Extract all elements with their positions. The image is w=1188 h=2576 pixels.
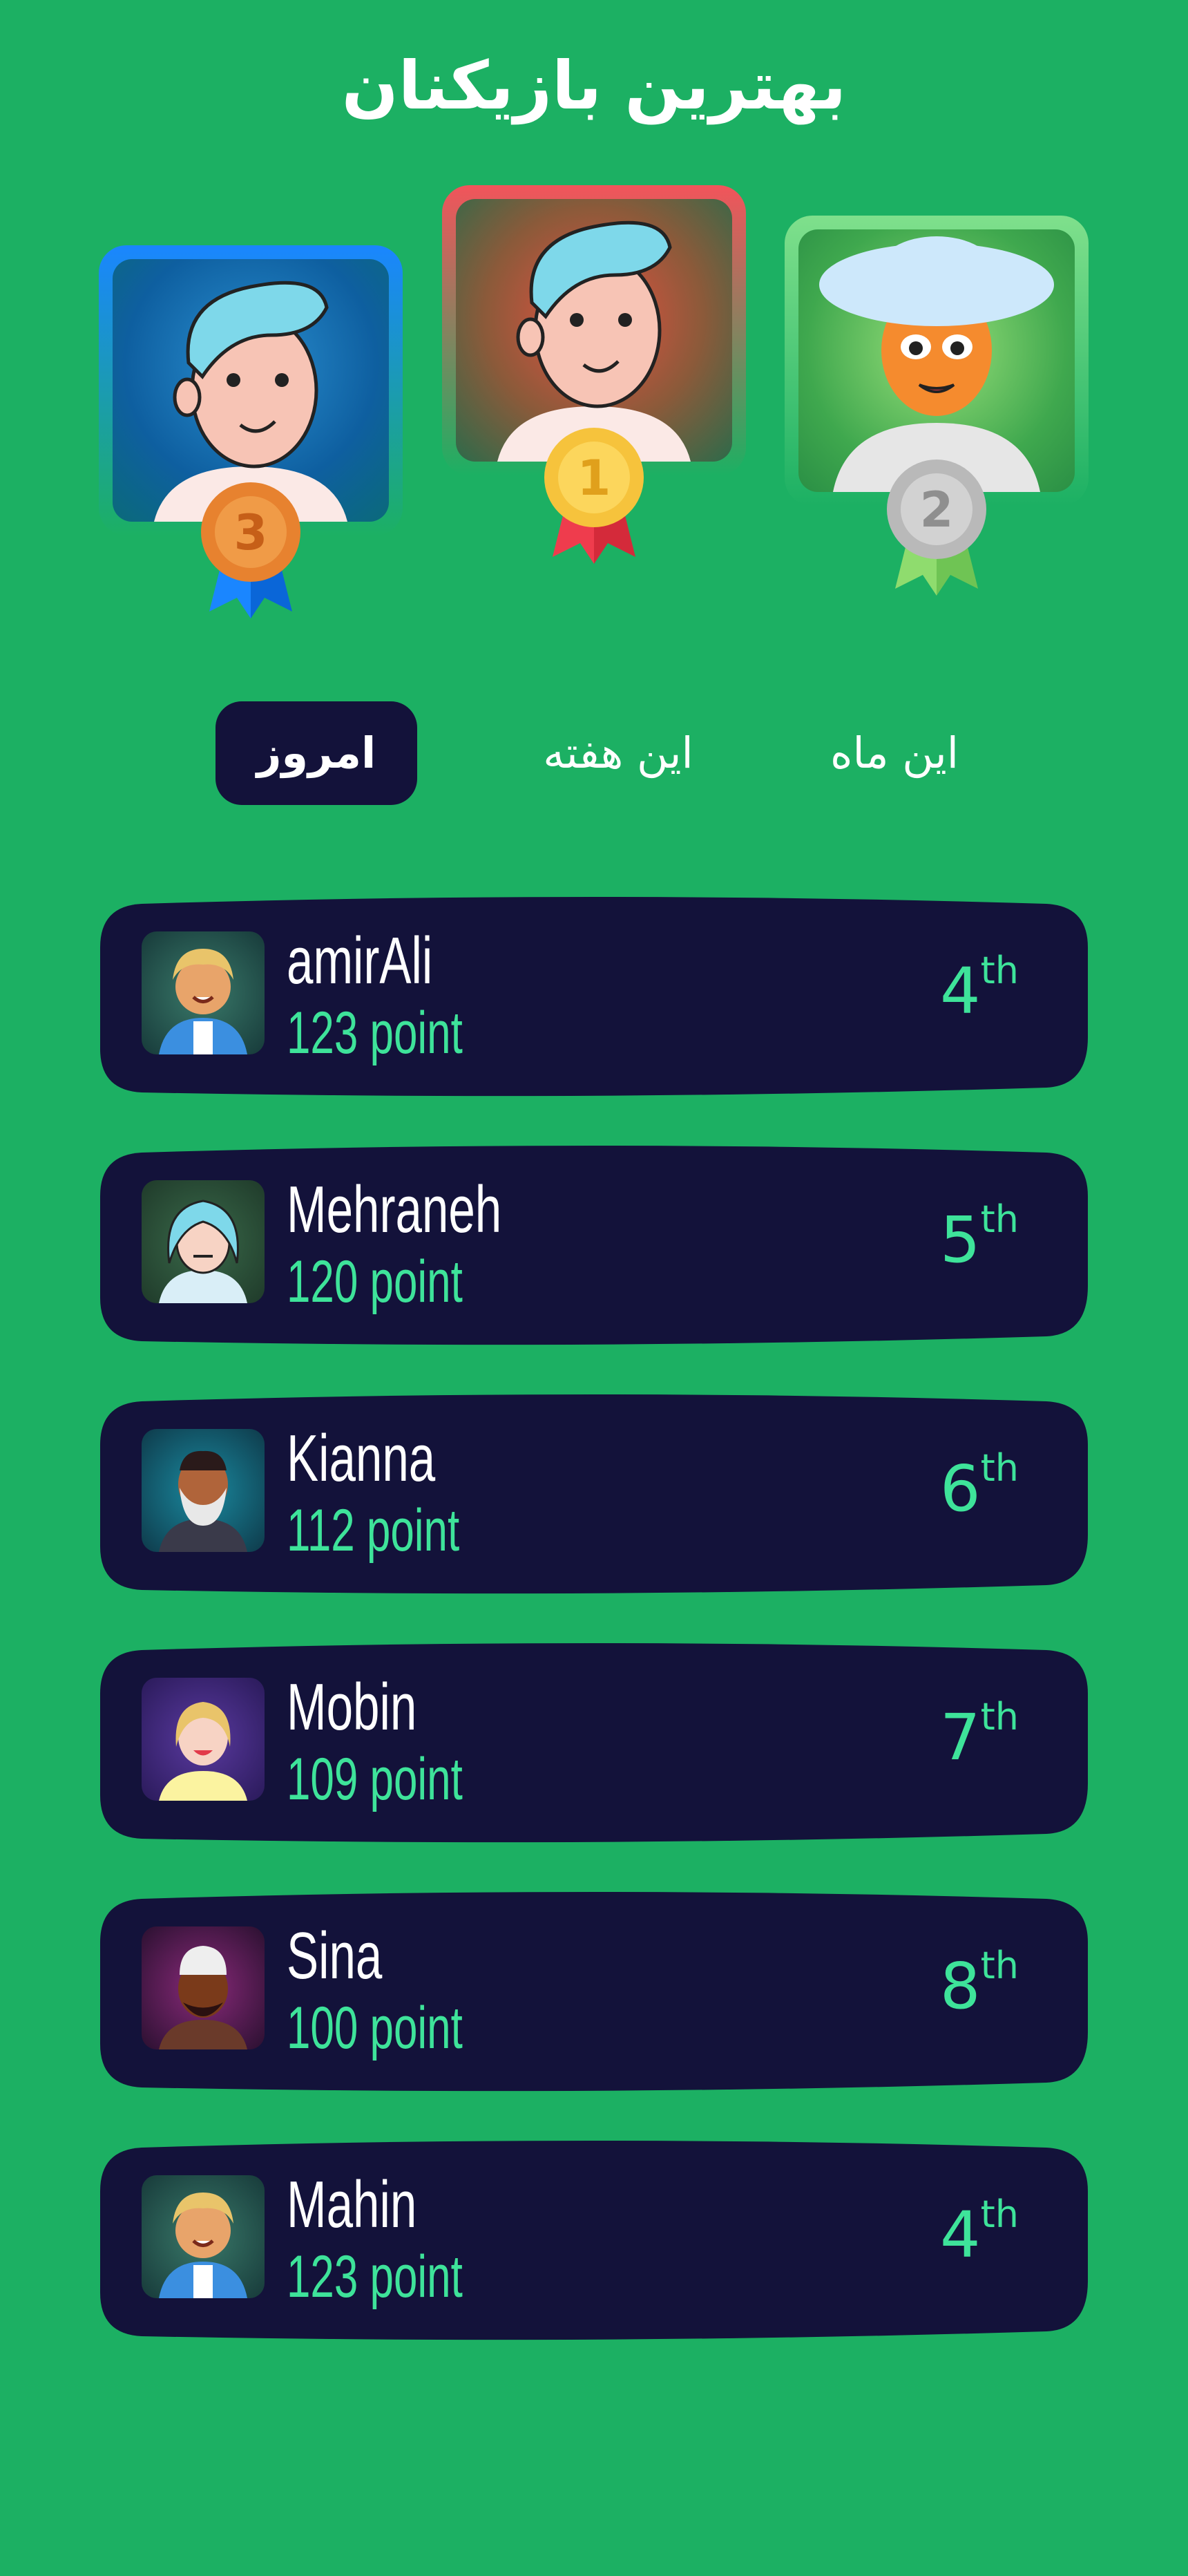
blue-haired-boy-avatar <box>497 220 691 462</box>
beanie-man-avatar <box>159 1946 247 2049</box>
leaderboard-row[interactable]: Mobin 109 point 7th <box>100 1642 1088 1843</box>
silver-medal-icon: 2 <box>887 460 986 596</box>
rank-number: 7 <box>940 1701 981 1774</box>
player-name: Mobin <box>287 1670 417 1744</box>
player-name: Kianna <box>287 1421 436 1495</box>
player-points: 112 point <box>287 1497 460 1564</box>
player-rank: 8th <box>940 1944 1019 2023</box>
player-rank: 7th <box>940 1695 1019 1774</box>
blonde-woman-avatar <box>159 1702 247 1801</box>
sun-hat-man-avatar <box>819 236 1054 492</box>
player-avatar <box>142 1926 265 2049</box>
rank-suffix: th <box>980 1695 1019 1739</box>
player-name: Sina <box>287 1919 383 1993</box>
leaderboard-row[interactable]: Mahin 123 point 4th <box>100 2139 1088 2340</box>
leaderboard-row[interactable]: amirAli 123 point 4th <box>100 896 1088 1097</box>
player-rank: 5th <box>940 1197 1019 1277</box>
player-avatar-second <box>798 229 1075 492</box>
rank-suffix: th <box>980 1944 1019 1987</box>
rank-suffix: th <box>980 2193 1019 2236</box>
player-avatar <box>142 2175 265 2298</box>
player-rank: 6th <box>940 1446 1019 1526</box>
rank-number: 4 <box>940 954 981 1028</box>
player-rank: 4th <box>940 949 1019 1028</box>
curly-blonde-boy-avatar <box>159 2193 247 2298</box>
player-name: amirAli <box>287 924 433 998</box>
svg-text:1: 1 <box>577 450 611 506</box>
bronze-medal-icon: 3 <box>201 482 300 618</box>
player-points: 120 point <box>287 1249 463 1315</box>
player-avatar-first <box>456 199 732 462</box>
bearded-man-avatar <box>159 1450 247 1552</box>
svg-text:3: 3 <box>234 504 268 561</box>
player-rank: 4th <box>940 2193 1019 2272</box>
player-avatar <box>142 1180 265 1303</box>
tab-this-month[interactable]: این ماه <box>794 701 995 805</box>
leaderboard-row[interactable]: Sina 100 point 8th <box>100 1891 1088 2092</box>
period-tabs: امروز این هفته این ماه <box>0 701 1188 805</box>
leaderboard-row[interactable]: Mehraneh 120 point 5th <box>100 1144 1088 1345</box>
player-points: 123 point <box>287 1000 463 1066</box>
player-avatar <box>142 931 265 1054</box>
rank-suffix: th <box>980 949 1019 992</box>
svg-text:2: 2 <box>920 482 954 538</box>
rank-number: 4 <box>940 2198 981 2272</box>
rank-number: 8 <box>940 1949 981 2023</box>
tab-today[interactable]: امروز <box>215 701 417 805</box>
rank-suffix: th <box>980 1446 1019 1490</box>
rank-suffix: th <box>980 1197 1019 1241</box>
curly-blonde-boy-avatar <box>159 949 247 1054</box>
page-title: بهترین بازیکنان <box>341 47 847 124</box>
rank-number: 5 <box>940 1203 981 1277</box>
podium-third-place[interactable]: 3 <box>99 245 403 618</box>
player-name: Mahin <box>287 2168 417 2242</box>
rank-number: 6 <box>940 1452 981 1526</box>
podium-second-place[interactable]: 2 <box>785 216 1089 596</box>
podium-first-place[interactable]: 1 <box>442 185 746 564</box>
gold-medal-icon: 1 <box>544 428 644 564</box>
player-points: 100 point <box>287 1995 463 2061</box>
tab-this-week[interactable]: این هفته <box>511 701 725 805</box>
player-points: 123 point <box>287 2244 463 2310</box>
player-name: Mehraneh <box>287 1173 502 1247</box>
player-avatar <box>142 1678 265 1801</box>
leaderboard-row[interactable]: Kianna 112 point 6th <box>100 1393 1088 1594</box>
player-points: 109 point <box>287 1746 463 1812</box>
player-avatar <box>142 1429 265 1552</box>
blue-haired-girl-avatar <box>159 1200 247 1303</box>
